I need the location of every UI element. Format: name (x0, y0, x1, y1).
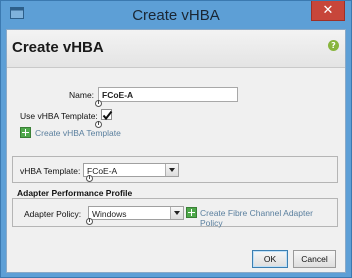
adapter-policy-value: Windows (92, 209, 127, 219)
chevron-down-icon (170, 207, 183, 219)
ok-button[interactable]: OK (252, 250, 288, 268)
title-bar[interactable]: Create vHBA ✕ (1, 1, 351, 29)
adapter-policy-select[interactable]: Windows (88, 206, 184, 220)
create-fc-adapter-policy-link[interactable]: Create Fibre Channel Adapter Policy (200, 208, 337, 228)
name-label: Name: (69, 90, 95, 100)
chevron-down-icon (165, 164, 178, 176)
adapter-policy-label: Adapter Policy: (24, 209, 82, 219)
name-field[interactable]: FCoE-A (98, 87, 238, 102)
checkmark-icon (102, 110, 113, 121)
cancel-button[interactable]: Cancel (293, 250, 336, 268)
close-icon: ✕ (322, 3, 334, 18)
use-template-checkbox[interactable] (101, 109, 113, 121)
dialog-header: Create vHBA ? (7, 30, 345, 68)
dialog-window: Create vHBA ✕ Create vHBA ? Name: FCoE-A… (0, 0, 352, 278)
use-template-info-icon[interactable]: i (95, 121, 102, 128)
adapter-policy-info-icon[interactable]: i (86, 218, 93, 225)
add-icon[interactable] (186, 207, 197, 218)
use-template-label: Use vHBA Template: (20, 111, 98, 121)
template-label: vHBA Template: (20, 166, 81, 176)
template-panel: vHBA Template: FCoE-A i (12, 156, 338, 183)
template-info-icon[interactable]: i (86, 175, 93, 182)
add-icon[interactable] (20, 127, 31, 138)
dialog-body: Create vHBA ? Name: FCoE-A i Use vHBA Te… (6, 29, 346, 273)
template-select[interactable]: FCoE-A (83, 163, 179, 177)
window-title: Create vHBA (132, 7, 220, 24)
help-icon[interactable]: ? (328, 40, 339, 51)
adapter-profile-panel: Adapter Policy: Windows i Create Fibre C… (12, 198, 338, 228)
name-info-icon[interactable]: i (95, 100, 102, 107)
dialog-heading: Create vHBA (12, 39, 104, 56)
create-vhba-template-link[interactable]: Create vHBA Template (35, 128, 121, 138)
close-button[interactable]: ✕ (311, 1, 345, 21)
adapter-profile-title: Adapter Performance Profile (17, 188, 133, 198)
template-select-value: FCoE-A (87, 166, 118, 176)
